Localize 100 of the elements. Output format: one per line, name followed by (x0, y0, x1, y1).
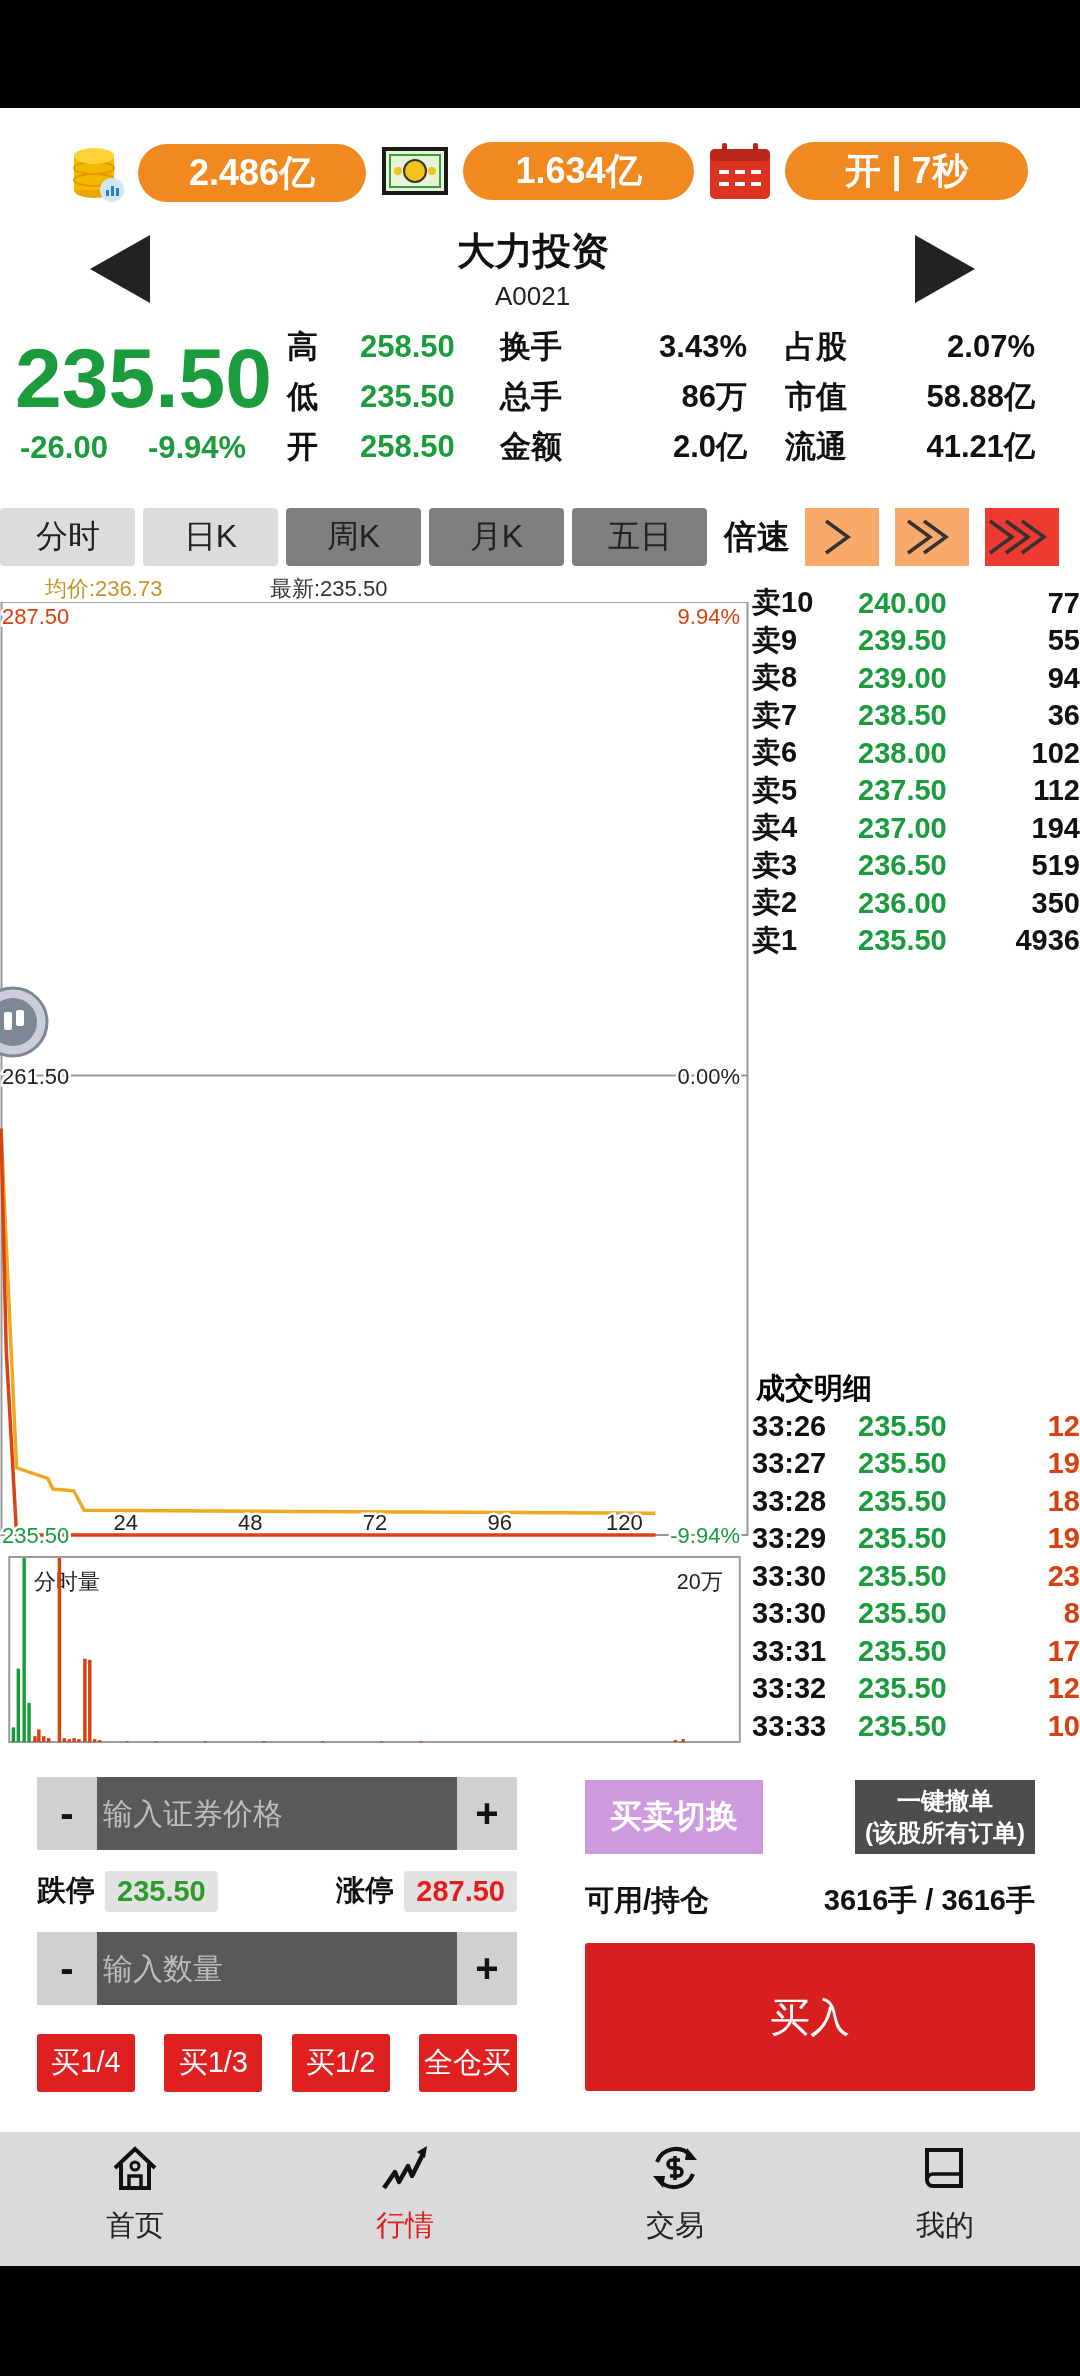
period-tab[interactable]: 日K (143, 508, 278, 566)
calendar-icon (709, 142, 771, 200)
ask-volume: 4936 (1014, 924, 1080, 957)
quick-buy-button[interactable]: 买1/3 (164, 2034, 263, 2092)
ask-price: 236.00 (858, 886, 948, 920)
plus-button[interactable]: + (457, 1932, 517, 2005)
ask-volume: 350 (1030, 886, 1080, 920)
quote-label: 占股 (785, 328, 848, 366)
speed-button[interactable] (985, 508, 1059, 566)
chart-legend: 均价:236.73 (45, 573, 270, 604)
quote-value: 2.07% (946, 329, 1035, 365)
change-percent: -9.94% (147, 430, 247, 466)
ask-price: 238.50 (858, 699, 948, 732)
period-tab[interactable]: 分时 (0, 508, 135, 566)
ask-price: 235.50 (858, 924, 948, 957)
trade-price: 235.50 (858, 1597, 948, 1631)
trade-volume: 18 (1046, 1484, 1080, 1518)
trade-volume: 12 (1046, 1672, 1080, 1706)
quote-value: 3.43% (658, 329, 747, 365)
trade-price: 235.50 (858, 1447, 948, 1481)
quote-value: 41.21亿 (925, 428, 1035, 466)
ask-level: 卖6 (752, 735, 799, 770)
quick-buy-button[interactable]: 买1/2 (291, 2034, 390, 2092)
price-field[interactable]: 输入证券价格 (97, 1777, 457, 1850)
quote-value: 58.88亿 (925, 378, 1035, 416)
ask-level: 卖10 (752, 585, 815, 620)
ask-price: 239.50 (858, 624, 948, 657)
ask-level: 卖1 (752, 922, 799, 958)
ask-volume: 102 (1030, 736, 1080, 770)
trade-price: 235.50 (858, 1522, 948, 1556)
banknote-icon (381, 146, 449, 196)
nav-item[interactable]: 交易 (540, 2132, 810, 2266)
ask-price: 237.00 (858, 811, 948, 845)
trade-time: 33:31 (752, 1634, 828, 1668)
trade-volume: 8 (1062, 1597, 1080, 1631)
limit-price: 287.50 (404, 1870, 517, 1912)
ask-volume: 519 (1030, 849, 1080, 882)
speed-button[interactable] (895, 508, 969, 566)
y-axis-label: 287.50 (2, 604, 70, 629)
ask-volume: 112 (1032, 774, 1080, 807)
ask-price: 238.00 (858, 736, 948, 770)
minus-button[interactable]: - (37, 1932, 97, 2005)
cancel-orders-button[interactable]: 一键撤单 (该股所有订单) (855, 1780, 1035, 1854)
trade-volume: 23 (1046, 1559, 1080, 1593)
ask-volume: 36 (1046, 699, 1080, 732)
limit-label: 涨停 (336, 1873, 395, 1908)
ask-level: 卖2 (752, 885, 799, 920)
next-arrow[interactable] (915, 235, 975, 303)
buy-button[interactable]: 买入 (585, 1943, 1035, 2091)
previous-arrow[interactable] (90, 235, 150, 303)
ask-volume: 77 (1046, 586, 1080, 620)
quick-buy-button[interactable]: 全仓买 (419, 2034, 517, 2092)
x-axis-label: 24 (113, 1510, 138, 1535)
percent-label: 9.94% (677, 604, 740, 629)
quote-label: 低 (287, 378, 319, 416)
ask-volume: 55 (1046, 624, 1080, 657)
ask-price: 240.00 (858, 586, 948, 620)
volume-scale-label: 20万 (676, 1570, 723, 1595)
trade-time: 33:30 (752, 1559, 828, 1593)
ask-volume: 194 (1030, 811, 1080, 845)
x-axis-label: 72 (362, 1510, 388, 1535)
position-value: 3616手 / 3616手 (823, 1883, 1035, 1918)
chart-legend: 最新:235.50 (270, 573, 388, 604)
quote-label: 换手 (500, 328, 563, 366)
trade-volume: 12 (1046, 1409, 1080, 1443)
stat-value: 开 | 7秒 (785, 142, 1028, 200)
trade-price: 235.50 (858, 1709, 948, 1743)
limit-label: 跌停 (37, 1873, 95, 1908)
quantity-field[interactable]: 输入数量 (97, 1932, 457, 2005)
ask-level: 卖7 (752, 697, 799, 733)
quote-value: 235.50 (360, 379, 456, 415)
quote-value: 86万 (680, 378, 747, 416)
trade-price: 235.50 (858, 1672, 948, 1706)
quote-value: 258.50 (360, 429, 456, 465)
ask-price: 236.50 (858, 849, 948, 882)
floating-button[interactable] (0, 985, 50, 1059)
trade-price: 235.50 (858, 1484, 948, 1518)
trade-volume: 10 (1046, 1709, 1080, 1743)
quote-value: 258.50 (360, 329, 456, 365)
stock-code: A0021 (494, 281, 571, 312)
nav-item[interactable]: 我的 (810, 2132, 1080, 2266)
quote-label: 高 (287, 328, 319, 366)
ask-price: 237.50 (858, 774, 948, 807)
percent-label: 0.00% (677, 1063, 740, 1089)
nav-item[interactable]: 首页 (0, 2132, 270, 2266)
speed-button[interactable] (805, 508, 879, 566)
percent-label: -9.94% (670, 1523, 740, 1548)
plus-button[interactable]: + (457, 1777, 517, 1850)
trade-time: 33:30 (752, 1597, 828, 1631)
trades-title: 成交明细 (755, 1370, 873, 1406)
trade-volume: 19 (1046, 1522, 1080, 1556)
dollar-exchange-icon (651, 2144, 699, 2192)
minus-button[interactable]: - (37, 1777, 97, 1850)
quote-label: 金额 (500, 428, 563, 466)
quote-label: 市值 (785, 378, 848, 416)
trade-time: 33:27 (752, 1447, 828, 1481)
ask-level: 卖4 (752, 810, 799, 845)
quote-label: 总手 (500, 378, 563, 416)
quote-label: 流通 (785, 428, 848, 466)
quick-buy-button[interactable]: 买1/4 (37, 2034, 135, 2092)
